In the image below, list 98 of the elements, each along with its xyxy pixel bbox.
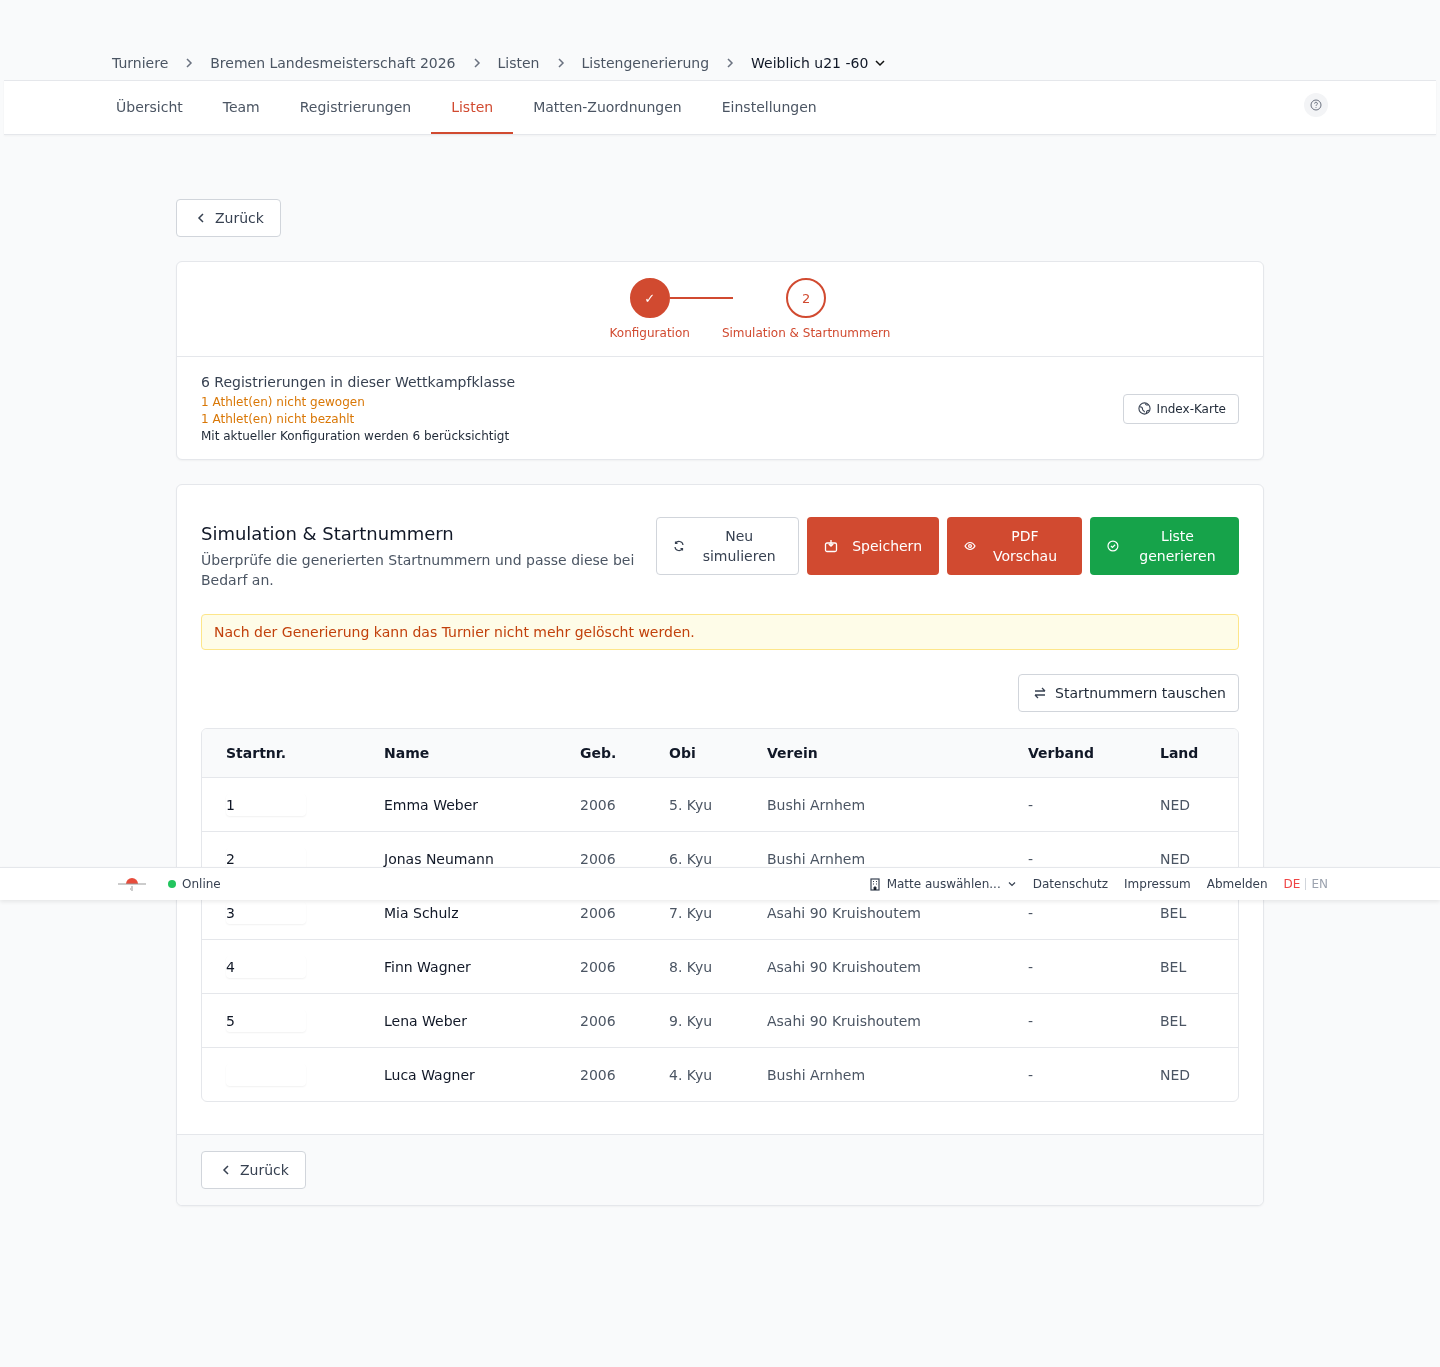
breadcrumb-link[interactable]: Turniere — [112, 55, 169, 71]
chevron-left-icon — [220, 1164, 232, 1176]
chevron-down-icon — [1006, 879, 1017, 889]
column-header: Obi — [669, 745, 697, 761]
start-number-field[interactable]: 3 — [226, 901, 306, 924]
chevron-down-icon — [874, 57, 887, 69]
step-circle: 2 — [786, 278, 827, 318]
mat-select[interactable]: Matte auswählen... — [868, 877, 1017, 891]
table-cell-text: 6. Kyu — [669, 850, 714, 867]
step-connector — [669, 297, 733, 299]
table-cell-text: - — [1028, 796, 1035, 813]
start-number-field[interactable]: 1 — [226, 793, 306, 816]
breadcrumb-link[interactable]: Bremen Landesmeisterschaft 2026 — [210, 55, 456, 71]
table-cell-text: 5. Kyu — [669, 796, 714, 813]
table-cell-text: Bushi Arnhem — [767, 850, 867, 867]
refresh-icon — [673, 540, 686, 552]
table-cell-text: Bushi Arnhem — [767, 796, 867, 813]
action-button[interactable]: PDF Vorschau — [947, 517, 1082, 575]
table-cell-text: Asahi 90 Kruishoutem — [767, 904, 922, 921]
action-button[interactable]: Neu simulieren — [656, 517, 800, 575]
column-header: Verband — [1028, 745, 1095, 761]
table-cell-text: 2006 — [580, 850, 617, 867]
table-cell-text: - — [1028, 904, 1035, 921]
table-cell-text: 2006 — [580, 904, 617, 921]
table-cell-text: 2006 — [580, 1012, 617, 1029]
table-cell-text: Bushi Arnhem — [767, 1066, 867, 1083]
table-cell-text: Luca Wagner — [384, 1066, 476, 1083]
registration-count: 6 Registrierungen in dieser Wettkampfklasse — [201, 374, 516, 390]
table-cell-text: NED — [1160, 1066, 1192, 1083]
swap-numbers-button[interactable]: Startnummern tauschen — [1018, 674, 1239, 712]
table-cell-text: 8. Kyu — [669, 958, 714, 975]
column-header: Verein — [767, 745, 819, 761]
warning-alert: Nach der Generierung kann das Turnier nicht mehr gelöscht werden. — [201, 614, 1239, 650]
help-icon — [1310, 98, 1322, 111]
table-cell-text: - — [1028, 850, 1035, 867]
column-header: Geb. — [580, 745, 618, 761]
column-header: Land — [1160, 745, 1200, 761]
table-cell-text: Jonas Neumann — [384, 850, 495, 867]
help-button[interactable] — [1304, 92, 1328, 117]
breadcrumb-link[interactable]: Listen — [497, 55, 540, 71]
step-label: Simulation & Startnummern — [721, 326, 891, 340]
table-cell-text: 9. Kyu — [669, 1012, 714, 1029]
tab[interactable]: Team — [202, 81, 280, 134]
table-cell-text: 2006 — [580, 1066, 617, 1083]
globe-icon — [1137, 402, 1151, 415]
eye-icon — [964, 540, 976, 552]
table-cell-text: - — [1028, 1066, 1035, 1083]
table-cell-text: Asahi 90 Kruishoutem — [767, 958, 922, 975]
table-cell-text: 2006 — [580, 796, 617, 813]
action-button[interactable]: Speichern — [807, 517, 939, 575]
back-button[interactable]: Zurück — [201, 1151, 306, 1189]
tab[interactable]: Einstellungen — [701, 81, 837, 134]
table-cell-text: NED — [1160, 850, 1192, 867]
table-cell-text: BEL — [1160, 958, 1188, 975]
table-cell-text: 4. Kyu — [669, 1066, 714, 1083]
table-cell-text: BEL — [1160, 1012, 1188, 1029]
step-label: Konfiguration — [609, 326, 690, 340]
chevron-left-icon — [195, 212, 207, 224]
language-option[interactable]: DE — [1283, 877, 1301, 891]
warning-text: 1 Athlet(en) nicht bezahlt — [201, 412, 356, 426]
table-cell-text: NED — [1160, 796, 1192, 813]
status-text: Online — [182, 877, 221, 891]
section-title: Simulation & Startnummern — [201, 523, 455, 544]
step-circle: ✓ — [629, 278, 670, 318]
table-cell-text: 2006 — [580, 958, 617, 975]
sunrise-logo-icon — [117, 875, 147, 893]
table-cell-text: Emma Weber — [384, 796, 480, 813]
section-description: Überprüfe die generierten Startnummern und passe diese bei Bedarf an. — [201, 551, 636, 590]
tab[interactable]: Registrierungen — [279, 81, 432, 134]
download-icon — [824, 539, 839, 553]
warning-text: 1 Athlet(en) nicht gewogen — [201, 395, 366, 409]
tab[interactable]: Matten-Zuordnungen — [513, 81, 702, 134]
start-number-field[interactable]: 5 — [226, 1009, 306, 1032]
breadcrumb-link[interactable]: Listengenerierung — [581, 55, 710, 71]
tab[interactable]: Listen — [431, 81, 514, 134]
index-card-button[interactable]: Index-Karte — [1122, 393, 1239, 424]
table-cell-text: 7. Kyu — [669, 904, 714, 921]
table-cell-text: Asahi 90 Kruishoutem — [767, 1012, 922, 1029]
table-cell-text: BEL — [1160, 904, 1188, 921]
check-circle-icon — [1107, 540, 1119, 552]
column-header: Startnr. — [226, 745, 287, 761]
footer-link[interactable]: Abmelden — [1206, 877, 1268, 891]
table-cell-text: Lena Weber — [384, 1012, 468, 1029]
start-number-field[interactable]: 2 — [226, 847, 306, 870]
start-number-field[interactable]: 4 — [226, 955, 306, 978]
tab[interactable]: Übersicht — [96, 81, 203, 134]
building-icon — [868, 877, 881, 891]
note-text: Mit aktueller Konfiguration werden 6 berücksichtigt — [201, 429, 511, 443]
back-button[interactable]: Zurück — [176, 199, 281, 237]
table-cell-text: - — [1028, 1012, 1035, 1029]
table-cell-text: Mia Schulz — [384, 904, 460, 921]
table-cell-text: Finn Wagner — [384, 958, 472, 975]
swap-icon — [1033, 686, 1048, 700]
table-cell-text: - — [1028, 958, 1035, 975]
column-header: Name — [384, 745, 431, 761]
footer-link[interactable]: Impressum — [1124, 877, 1191, 891]
footer-link[interactable]: Datenschutz — [1032, 877, 1109, 891]
breadcrumb-dropdown[interactable]: Weiblich u21 -60 — [751, 55, 887, 71]
